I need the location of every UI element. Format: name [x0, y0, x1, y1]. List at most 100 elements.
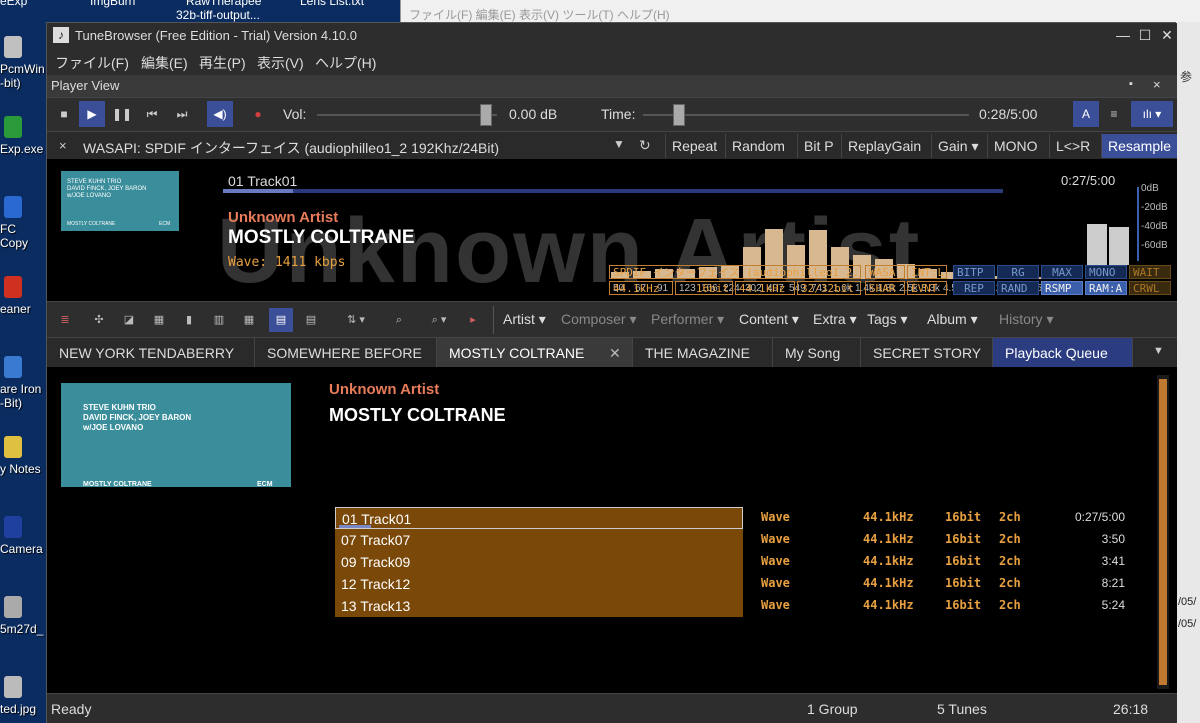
maximize-button[interactable]: ☐ [1135, 25, 1155, 45]
tag-icon[interactable]: ≣ [53, 308, 77, 332]
column-album[interactable]: Album ▾ [927, 311, 978, 328]
desktop-icon-pcmwin[interactable]: PcmWin -bit) [0, 36, 46, 96]
column-artist[interactable]: Artist ▾ [503, 311, 546, 328]
tab-new-york-tendaberry[interactable]: NEW YORK TENDABERRY [47, 338, 255, 368]
album-artist[interactable]: Unknown Artist [329, 381, 439, 398]
menu-help[interactable]: ヘルプ(H) [315, 53, 376, 73]
flag-icon[interactable]: ▸ [461, 308, 485, 332]
album-art[interactable]: STEVE KUHN TRIO DAVID FINCK, JOEY BARON … [61, 383, 291, 488]
volume-slider-handle[interactable] [479, 104, 492, 126]
track-rate: 44.1kHz [863, 576, 914, 590]
random-button[interactable]: Random [725, 134, 791, 158]
tab-playback-queue[interactable]: Playback Queue [993, 338, 1133, 368]
pin-icon[interactable]: ▪ [1129, 78, 1133, 90]
status-wasapi: WASA [865, 265, 905, 279]
desktop-icon-exp[interactable]: Exp.exe [0, 116, 46, 176]
album-art-small[interactable]: STEVE KUHN TRIO DAVID FINCK, JOEY BARON … [61, 171, 179, 231]
desktop-icon-jpg[interactable]: ted.jpg [0, 676, 46, 723]
sort-icon[interactable]: ⇅ ▾ [335, 308, 377, 332]
minimize-button[interactable]: — [1113, 25, 1133, 45]
menu-view[interactable]: 表示(V) [257, 53, 304, 73]
background-window-menu[interactable]: ファイル(F) 編集(E) 表示(V) ツール(T) ヘルプ(H) [409, 6, 670, 23]
next-button[interactable]: ⏭ [169, 101, 195, 127]
tab-the-magazine[interactable]: THE MAGAZINE [633, 338, 773, 368]
layout-icon[interactable]: ◪ [117, 308, 141, 332]
column-content[interactable]: Content ▾ [739, 311, 799, 328]
desktop-icon-fastcopy[interactable]: FC Copy [0, 196, 46, 256]
chevron-down-icon[interactable]: ▼ [613, 137, 625, 151]
refresh-icon[interactable]: ↻ [639, 137, 651, 154]
scrollbar-thumb[interactable] [1159, 379, 1167, 685]
desktop-icon-camera[interactable]: Camera [0, 516, 46, 576]
tab-somewhere-before[interactable]: SOMEWHERE BEFORE [255, 338, 437, 368]
desktop-icon-ccleaner[interactable]: eaner [0, 276, 46, 336]
panel-close-button[interactable]: × [1153, 77, 1161, 92]
desktop-label[interactable]: RawTherapee [186, 0, 261, 8]
grid-icon[interactable]: ▦ [237, 308, 261, 332]
mute-button[interactable]: ◀) [207, 101, 233, 127]
track-progress-bar[interactable] [223, 189, 1003, 193]
vertical-scrollbar[interactable] [1157, 375, 1169, 689]
track-row[interactable]: 13 Track13 Wave 44.1kHz 16bit 2ch 5:24 [335, 595, 1200, 617]
desktop-icon-srware-iron[interactable]: are Iron -Bit) [0, 356, 46, 416]
track-row[interactable]: 09 Track09 Wave 44.1kHz 16bit 2ch 3:41 [335, 551, 1200, 573]
gain-button[interactable]: Gain ▾ [931, 134, 985, 158]
grid-icon[interactable]: ▥ [207, 308, 231, 332]
close-button[interactable]: ✕ [1157, 25, 1177, 45]
menu-play[interactable]: 再生(P) [199, 53, 246, 73]
desktop-label[interactable]: eExp [0, 0, 27, 8]
repeat-button[interactable]: Repeat [665, 134, 723, 158]
text-display-button[interactable]: A [1073, 101, 1099, 127]
column-extra[interactable]: Extra ▾ [813, 311, 857, 328]
column-tags[interactable]: Tags ▾ [867, 311, 908, 328]
tab-close-icon[interactable]: ✕ [609, 345, 621, 362]
seek-slider-handle[interactable] [673, 104, 686, 126]
list-view-button[interactable]: ≡ [1101, 101, 1127, 127]
pause-button[interactable]: ❚❚ [109, 101, 135, 127]
track-row[interactable]: 07 Track07 Wave 44.1kHz 16bit 2ch 3:50 [335, 529, 1200, 551]
desktop-icon-file-5m27d[interactable]: 5m27d_ [0, 596, 46, 656]
desktop-icon-sticky-notes[interactable]: y Notes [0, 436, 46, 496]
filter-search-icon[interactable]: ⌕ ▾ [419, 308, 459, 332]
replaygain-button[interactable]: ReplayGain [841, 134, 927, 158]
column-history[interactable]: History ▾ [999, 311, 1053, 328]
album-title[interactable]: MOSTLY COLTRANE [329, 405, 506, 426]
swap-lr-button[interactable]: L<>R [1049, 134, 1096, 158]
desktop-label[interactable]: Lens List.txt [300, 0, 364, 8]
track-row[interactable]: 12 Track12 Wave 44.1kHz 16bit 2ch 8:21 [335, 573, 1200, 595]
level-meter-bar [1109, 227, 1129, 265]
list-icon[interactable]: ▤ [299, 308, 323, 332]
column-performer[interactable]: Performer ▾ [651, 311, 724, 328]
album-list-icon[interactable]: ▤ [269, 308, 293, 332]
title-bar[interactable]: ♪ TuneBrowser (Free Edition - Trial) Ver… [47, 23, 1177, 49]
bit-perfect-button[interactable]: Bit P [797, 134, 840, 158]
layout-icon[interactable]: ✣ [87, 308, 111, 332]
mono-button[interactable]: MONO [987, 134, 1044, 158]
desktop-label[interactable]: 32b-tiff-output... [176, 8, 260, 22]
output-close-icon[interactable]: × [59, 138, 67, 153]
tab-mostly-coltrane[interactable]: MOSTLY COLTRANE [437, 338, 633, 368]
grid-icon[interactable]: ▦ [147, 308, 171, 332]
output-device-select[interactable]: WASAPI: SPDIF インターフェイス (audiophilleo1_2 … [83, 138, 499, 158]
resample-button[interactable]: Resample [1101, 134, 1178, 158]
desktop-label[interactable]: ImgBurn [90, 0, 135, 8]
column-composer[interactable]: Composer ▾ [561, 311, 637, 328]
volume-slider-track[interactable] [317, 114, 497, 116]
record-button[interactable]: ● [245, 101, 271, 127]
menu-edit[interactable]: 編集(E) [141, 53, 188, 73]
menu-file[interactable]: ファイル(F) [55, 53, 129, 73]
spectrum-button[interactable]: ılı ▾ [1131, 101, 1173, 127]
track-row[interactable]: 01 Track01 Wave 44.1kHz 16bit 2ch 0:27/5… [335, 507, 1200, 529]
search-icon[interactable]: ⌕ [387, 308, 411, 332]
previous-button[interactable]: ⏮ [139, 101, 165, 127]
tab-menu-icon[interactable]: ▼ [1153, 345, 1164, 357]
flag-rsmp: RSMP [1041, 281, 1083, 295]
tab-secret-story[interactable]: SECRET STORY [861, 338, 993, 368]
status-shared: SHAR [865, 281, 905, 295]
stop-button[interactable]: ■ [51, 101, 77, 127]
background-text: 参 [1180, 70, 1193, 84]
play-button[interactable]: ▶ [79, 101, 105, 127]
seek-slider-track[interactable] [643, 114, 969, 116]
single-column-icon[interactable]: ▮ [177, 308, 201, 332]
tab-my-song[interactable]: My Song [773, 338, 861, 368]
